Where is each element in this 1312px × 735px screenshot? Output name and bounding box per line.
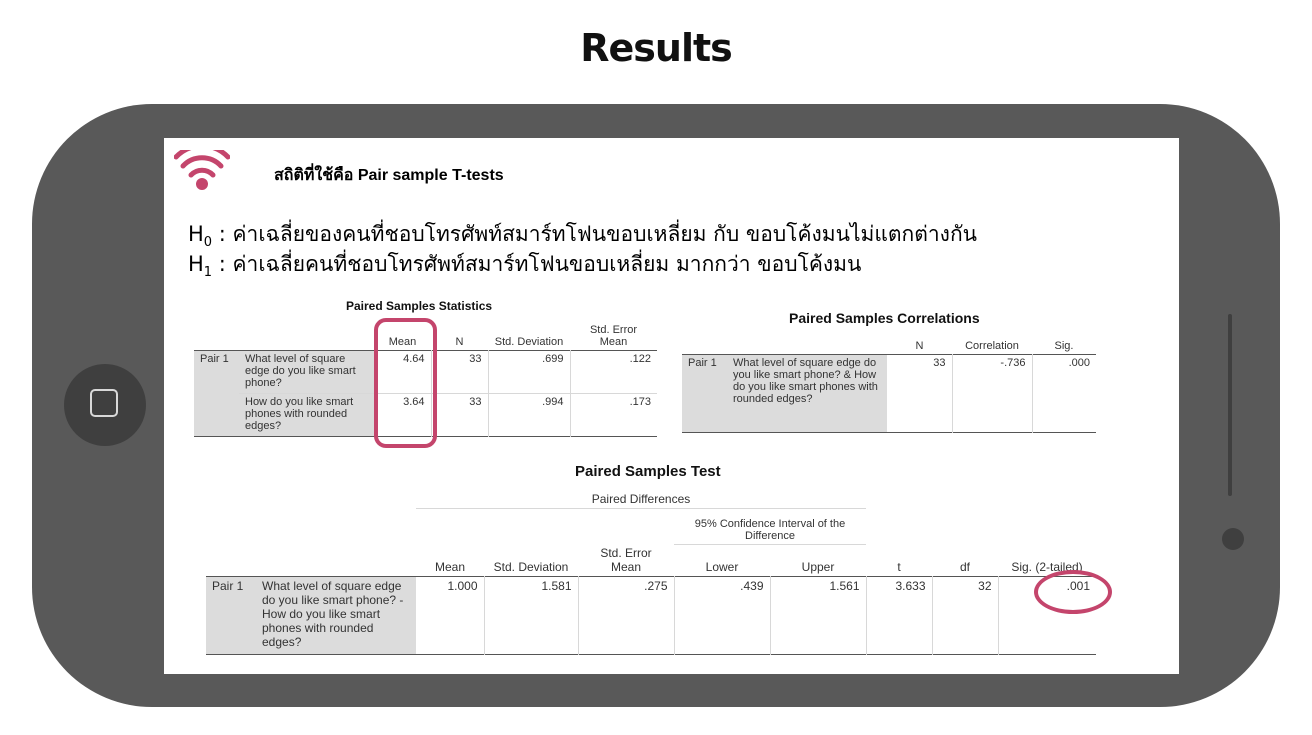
mean-highlight-box: [374, 318, 437, 448]
table-row: Pair 1 What level of square edge do you …: [206, 576, 1096, 655]
cell-sem: .122: [569, 350, 657, 393]
col-sig: Sig.: [1054, 339, 1074, 352]
col-correlation: Correlation: [965, 339, 1019, 352]
col-lower: Lower: [674, 543, 770, 577]
corr-table: N Correlation Sig. Pair 1 What level of …: [682, 334, 1096, 433]
wifi-icon: [174, 150, 230, 190]
cell-sd: .699: [487, 350, 570, 393]
cell-n: 33: [430, 392, 488, 436]
row-label: How do you like smart phones with rounde…: [239, 392, 374, 436]
col-n: N: [455, 335, 464, 348]
page-title: Results: [580, 26, 733, 70]
col-mean: Mean: [434, 560, 466, 574]
camera-dot: [1222, 528, 1244, 550]
row-label: What level of square edge do you like sm…: [239, 350, 374, 393]
cell-correlation: -.736: [951, 354, 1032, 432]
cell-sem: .275: [577, 576, 674, 655]
phone-screen: สถิติที่ใช้คือ Pair sample T-tests H0 : …: [164, 138, 1179, 674]
col-n: N: [915, 339, 924, 352]
col-upper: Upper: [770, 543, 866, 577]
col-sem: Std. Error Mean: [589, 323, 638, 348]
col-sd: Std. Deviation: [493, 560, 569, 574]
hypothesis-h0: H0 : ค่าเฉลี่ยของคนที่ชอบโทรศัพท์สมาร์ทโ…: [188, 222, 978, 251]
col-df: df: [959, 560, 970, 574]
cell-mean: 1.000: [447, 579, 478, 593]
cell-sd: 1.581: [483, 576, 578, 655]
paired-differences-header: Paired Differences: [591, 491, 691, 506]
col-sd: Std. Deviation: [494, 335, 564, 348]
cell-sig: .000: [1031, 354, 1096, 432]
pair-label: Pair 1: [682, 354, 727, 432]
cell-sem: .173: [569, 392, 657, 436]
stats-table-title: Paired Samples Statistics: [346, 299, 493, 313]
pair-label: Pair 1: [194, 350, 239, 436]
cell-sd: .994: [487, 392, 570, 436]
col-t: t: [897, 560, 901, 574]
sig-highlight-ellipse: [1034, 570, 1112, 614]
table-row: Pair 1 What level of square edge do you …: [682, 354, 1096, 432]
cell-n: 33: [430, 350, 488, 393]
side-button: [1228, 314, 1232, 496]
hypothesis-h1: H1 : ค่าเฉลี่ยคนที่ชอบโทรศัพท์สมาร์ทโฟนข…: [188, 252, 862, 281]
ci-header: 95% Confidence Interval of the Differenc…: [674, 507, 866, 544]
statistic-label: สถิติที่ใช้คือ Pair sample T-tests: [274, 167, 504, 184]
home-button[interactable]: [64, 364, 146, 446]
row-label: What level of square edge do you like sm…: [727, 354, 887, 432]
cell-t: 3.633: [865, 576, 932, 655]
corr-table-title: Paired Samples Correlations: [789, 310, 980, 326]
test-table-title: Paired Samples Test: [575, 463, 721, 480]
cell-n: 33: [933, 356, 946, 369]
cell-upper: 1.561: [769, 576, 866, 655]
pair-label: Pair 1: [206, 576, 256, 655]
col-sem: Std. Error Mean: [600, 546, 652, 574]
cell-lower: .439: [673, 576, 770, 655]
test-table: Paired Differences 95% Confidence Interv…: [206, 488, 1096, 655]
home-square-icon: [90, 389, 118, 417]
cell-df: 32: [931, 576, 998, 655]
row-label: What level of square edge do you like sm…: [256, 576, 416, 655]
